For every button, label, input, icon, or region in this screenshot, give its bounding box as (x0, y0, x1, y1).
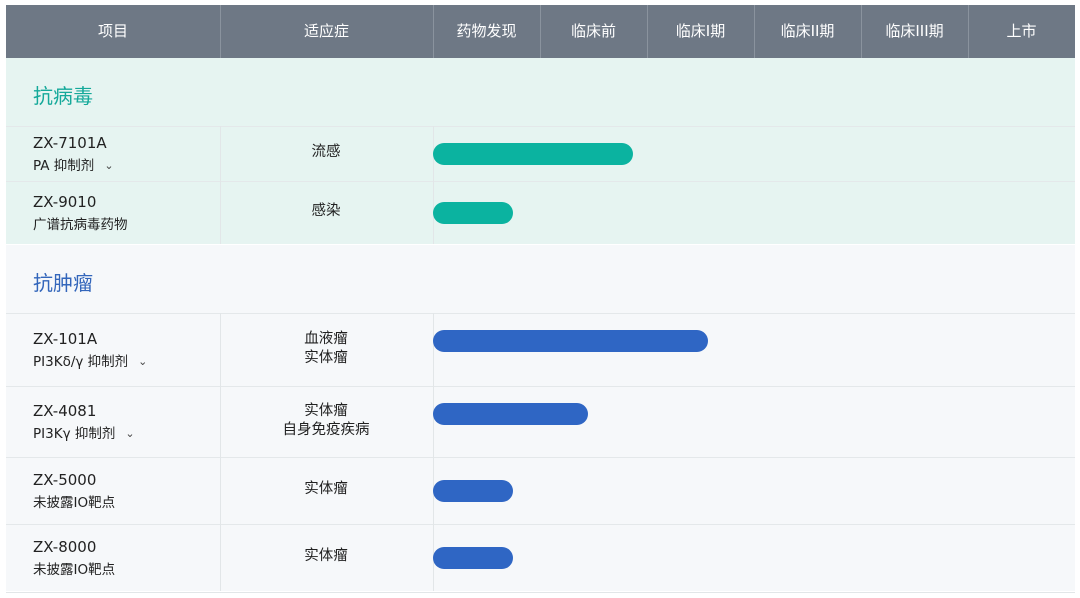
chevron-down-icon[interactable]: ⌄ (125, 427, 134, 440)
indication-label: 感染 (311, 203, 341, 219)
header-indication: 适应症 (303, 22, 349, 40)
header-stage-preclinical: 临床前 (570, 22, 616, 40)
header-stage-discovery: 药物发现 (456, 22, 517, 40)
indication-cell: 血液瘤 实体瘤 (220, 330, 432, 368)
indication-cell: 实体瘤 自身免疫疾病 (220, 402, 432, 440)
table-row (6, 181, 1075, 244)
product-mechanism-label: 广谱抗病毒药物 (33, 216, 128, 233)
indication-label: 血液瘤 (304, 330, 348, 347)
pipeline-chart: 项目 适应症 药物发现 临床前 临床I期 临床II期 临床III期 上市 抗病毒… (6, 5, 1075, 593)
progress-bar (433, 201, 514, 224)
product-mechanism: 未披露IO靶点 (33, 558, 115, 578)
progress-bar (433, 479, 514, 502)
header-stage-market: 上市 (1006, 22, 1037, 40)
category-title: 抗病毒 (33, 84, 93, 108)
table-row (6, 457, 1075, 524)
product-name: ZX-4081 (33, 401, 97, 420)
indication-label: 实体瘤 (304, 481, 348, 497)
product-name: ZX-9010 (33, 192, 97, 211)
column-divider (433, 386, 434, 457)
column-divider (433, 313, 434, 386)
indication-label: 实体瘤 (304, 349, 348, 366)
progress-bar (433, 330, 708, 352)
progress-bar (433, 403, 589, 425)
product-name: ZX-7101A (33, 133, 107, 152)
indication-cell: 实体瘤 (220, 547, 432, 566)
product-name: ZX-5000 (33, 470, 97, 489)
product-mechanism: 未披露IO靶点 (33, 491, 115, 511)
header-stage-phase2: 临床II期 (780, 22, 835, 40)
chevron-down-icon[interactable]: ⌄ (138, 355, 147, 368)
product-mechanism-label: PI3Kγ 抑制剂 (33, 425, 116, 442)
header-stage-phase3: 临床III期 (885, 22, 944, 40)
table-header: 项目 适应症 药物发现 临床前 临床I期 临床II期 临床III期 上市 (6, 5, 1075, 58)
table-row (6, 524, 1075, 591)
product-mechanism: 广谱抗病毒药物 (33, 213, 128, 233)
product-name: ZX-101A (33, 329, 98, 348)
indication-label: 实体瘤 (304, 548, 348, 564)
product-mechanism-label: 未披露IO靶点 (33, 494, 116, 511)
indication-label: 实体瘤 (304, 402, 348, 419)
product-mechanism-label: PA 抑制剂 (33, 157, 95, 174)
progress-bar (433, 546, 514, 569)
indication-cell: 流感 (220, 143, 432, 162)
indication-cell: 感染 (220, 202, 432, 221)
indication-label: 流感 (311, 144, 341, 160)
chevron-down-icon[interactable]: ⌄ (104, 159, 113, 172)
product-mechanism[interactable]: PI3Kγ 抑制剂 ⌄ (33, 422, 135, 442)
indication-cell: 实体瘤 (220, 480, 432, 499)
header-project: 项目 (97, 22, 128, 40)
product-mechanism-label: PI3Kδ/γ 抑制剂 (33, 353, 129, 370)
progress-bar (433, 142, 634, 165)
product-name: ZX-8000 (33, 537, 97, 556)
category-title: 抗肿瘤 (33, 271, 93, 295)
header-stage-phase1: 临床I期 (675, 22, 726, 40)
product-mechanism-label: 未披露IO靶点 (33, 561, 116, 578)
table-bottom-border (6, 592, 1075, 593)
indication-label: 自身免疫疾病 (282, 421, 370, 438)
product-mechanism[interactable]: PI3Kδ/γ 抑制剂 ⌄ (33, 350, 147, 370)
product-mechanism[interactable]: PA 抑制剂 ⌄ (33, 154, 114, 174)
